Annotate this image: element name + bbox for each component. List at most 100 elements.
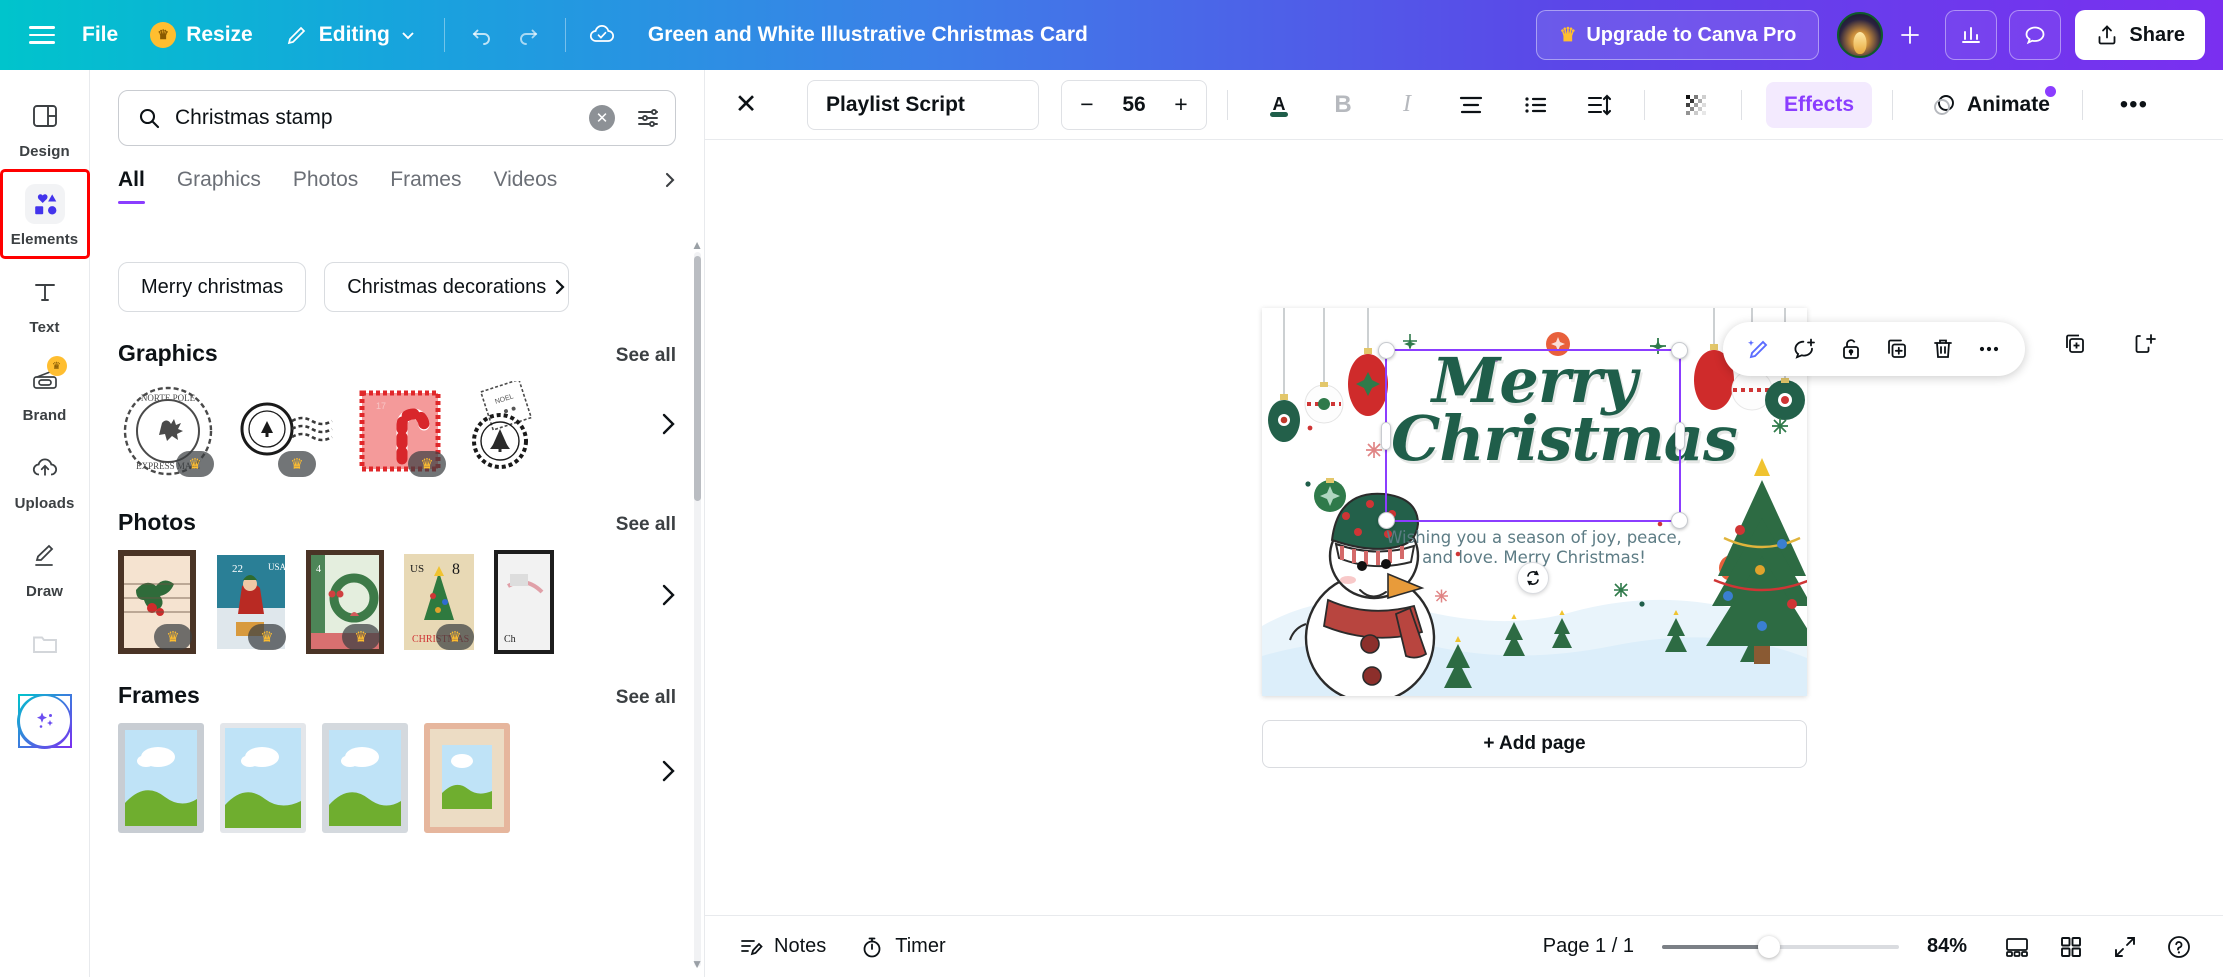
file-menu-button[interactable]: File: [66, 11, 134, 59]
search-box[interactable]: ✕: [118, 90, 676, 146]
hamburger-menu-button[interactable]: [18, 11, 66, 59]
duplicate-icon[interactable]: [1877, 329, 1917, 369]
zoom-slider-knob[interactable]: [1758, 936, 1780, 958]
sidebar-item-brand[interactable]: ♛ Brand: [3, 348, 87, 432]
lock-open-icon[interactable]: [1831, 329, 1871, 369]
scroll-up-arrow-icon[interactable]: ▲: [691, 238, 703, 252]
trash-delete-icon[interactable]: [1923, 329, 1963, 369]
timer-button[interactable]: Timer: [848, 925, 957, 969]
resize-handle-top-left[interactable]: [1378, 342, 1395, 359]
avatar[interactable]: [1837, 12, 1883, 58]
photo-item-partial-stamp[interactable]: Ch: [494, 550, 554, 654]
graphic-item-postmark-tree[interactable]: ♛: [234, 381, 334, 481]
photo-item-tree-stamp[interactable]: US 8 CHRISTMAS ♛: [400, 550, 478, 654]
zoom-level-value[interactable]: 84%: [1927, 935, 1967, 958]
effects-button[interactable]: Effects: [1766, 82, 1872, 128]
document-title[interactable]: Green and White Illustrative Christmas C…: [626, 23, 1110, 47]
presentation-view-icon[interactable]: [1995, 925, 2039, 969]
resize-handle-left[interactable]: [1381, 422, 1391, 450]
line-spacing-button[interactable]: [1574, 80, 1624, 130]
see-all-photos-link[interactable]: See all: [616, 514, 676, 536]
italic-button[interactable]: I: [1382, 80, 1432, 130]
font-size-increase-button[interactable]: +: [1164, 85, 1198, 125]
sidebar-item-elements[interactable]: Elements: [3, 172, 87, 256]
notes-button[interactable]: Notes: [727, 925, 838, 969]
close-panel-button[interactable]: ✕: [723, 82, 769, 128]
more-dots-icon[interactable]: [1969, 329, 2009, 369]
resize-handle-bottom-right[interactable]: [1671, 512, 1688, 529]
tab-photos[interactable]: Photos: [293, 168, 358, 204]
font-size-input[interactable]: [1108, 93, 1160, 117]
frame-item-stamp-scalloped[interactable]: [118, 723, 204, 833]
upgrade-to-pro-button[interactable]: ♛ Upgrade to Canva Pro: [1536, 10, 1819, 60]
clear-x-icon[interactable]: ✕: [589, 105, 615, 131]
sidebar-item-projects[interactable]: [3, 612, 87, 672]
see-all-graphics-link[interactable]: See all: [616, 345, 676, 367]
tab-graphics[interactable]: Graphics: [177, 168, 261, 204]
sidebar-item-draw[interactable]: Draw: [3, 524, 87, 608]
text-color-button[interactable]: A: [1254, 80, 1304, 130]
chip-merry-christmas[interactable]: Merry christmas: [118, 262, 306, 312]
comment-add-icon[interactable]: [1785, 329, 1825, 369]
graphics-next-arrow[interactable]: [646, 402, 690, 446]
help-question-icon[interactable]: [2157, 925, 2201, 969]
insights-button[interactable]: [1945, 10, 1997, 60]
resize-handle-top-right[interactable]: [1671, 342, 1688, 359]
magic-studio-button[interactable]: [18, 694, 72, 748]
tab-frames[interactable]: Frames: [390, 168, 461, 204]
sidebar-item-design[interactable]: Design: [3, 84, 87, 168]
resize-button[interactable]: ♛ Resize: [134, 11, 269, 59]
undo-button[interactable]: [457, 11, 505, 59]
transparency-button[interactable]: [1671, 80, 1721, 130]
animate-button[interactable]: Animate: [1919, 82, 2062, 128]
grid-view-icon[interactable]: [2049, 925, 2093, 969]
redo-button[interactable]: [505, 11, 553, 59]
filter-sliders-icon[interactable]: [635, 105, 661, 131]
tab-videos[interactable]: Videos: [493, 168, 557, 204]
frames-next-arrow[interactable]: [646, 749, 690, 793]
bold-button[interactable]: B: [1318, 80, 1368, 130]
photo-item-wreath-stamp[interactable]: 4 ♛: [306, 550, 384, 654]
frame-item-stamp-dotted[interactable]: [322, 723, 408, 833]
scroll-down-arrow-icon[interactable]: ▼: [691, 957, 703, 971]
font-family-select[interactable]: Playlist Script: [807, 80, 1039, 130]
resize-handle-right[interactable]: [1675, 422, 1685, 450]
bullet-list-button[interactable]: [1510, 80, 1560, 130]
zoom-slider[interactable]: [1662, 945, 1899, 949]
editing-mode-button[interactable]: Editing: [269, 11, 432, 59]
chevron-right-icon[interactable]: [660, 170, 680, 190]
more-options-button[interactable]: •••: [2109, 80, 2159, 130]
graphic-item-christmas-postmark[interactable]: NOEL: [468, 381, 538, 481]
photos-next-arrow[interactable]: [646, 573, 690, 617]
search-input[interactable]: [175, 106, 575, 130]
comment-button[interactable]: [2009, 10, 2061, 60]
graphic-item-candy-cane-stamp[interactable]: 17 ♛: [350, 381, 450, 481]
add-page-button[interactable]: + Add page: [1262, 720, 1807, 768]
rotate-handle-icon[interactable]: [1517, 562, 1549, 594]
chevron-right-icon[interactable]: [550, 274, 570, 300]
panel-scrollbar-thumb[interactable]: [694, 256, 701, 501]
sidebar-item-uploads[interactable]: Uploads: [3, 436, 87, 520]
magic-edit-pen-icon[interactable]: [1739, 329, 1779, 369]
add-collaborator-button[interactable]: [1887, 12, 1933, 58]
duplicate-page-icon[interactable]: [2055, 324, 2095, 364]
fullscreen-expand-icon[interactable]: [2103, 925, 2147, 969]
tab-all[interactable]: All: [118, 168, 145, 204]
cloud-saved-button[interactable]: [578, 11, 626, 59]
graphic-item-north-pole-stamp[interactable]: NORTE POLE EXPRESS MAIL ♛: [118, 381, 218, 481]
canvas-zone[interactable]: Merry Christmas Wishing you a season of …: [705, 140, 2223, 915]
frame-item-stamp-ornate[interactable]: [424, 723, 510, 833]
share-button[interactable]: Share: [2075, 10, 2205, 60]
add-page-icon[interactable]: [2125, 324, 2165, 364]
chip-christmas-decorations[interactable]: Christmas decorations: [324, 262, 569, 312]
resize-handle-bottom-left[interactable]: [1378, 512, 1395, 529]
photo-item-santa-stamp[interactable]: 22 USA ♛: [212, 550, 290, 654]
frame-item-stamp-plain[interactable]: [220, 723, 306, 833]
see-all-frames-link[interactable]: See all: [616, 687, 676, 709]
font-size-decrease-button[interactable]: −: [1070, 85, 1104, 125]
text-align-button[interactable]: [1446, 80, 1496, 130]
text-selection-box[interactable]: [1385, 349, 1681, 522]
panel-results-scroll[interactable]: Merry christmas Christmas decorations Gr…: [90, 248, 704, 977]
photo-item-holly-stamp[interactable]: ♛: [118, 550, 196, 654]
sidebar-item-text[interactable]: Text: [3, 260, 87, 344]
